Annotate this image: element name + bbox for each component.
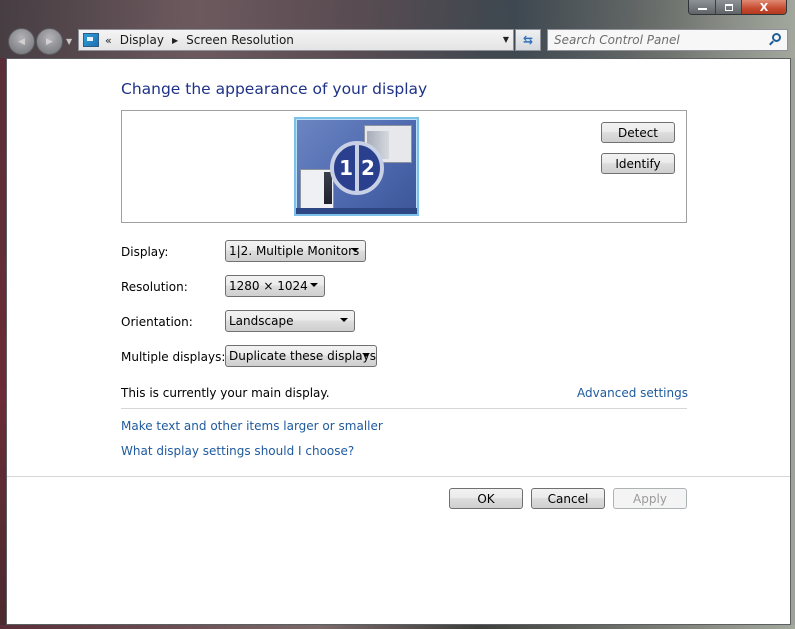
back-arrow-icon: ◀ <box>18 36 25 47</box>
chevron-down-icon <box>351 248 359 252</box>
minimize-button[interactable] <box>689 0 716 14</box>
back-button[interactable]: ◀ <box>8 28 35 55</box>
breadcrumb-overflow-button[interactable]: « <box>105 34 112 47</box>
search-box[interactable] <box>547 29 788 51</box>
address-bar[interactable]: « Display ▶ Screen Resolution ▼ <box>78 29 514 51</box>
display-preview-area: 1 2 Detect Identify <box>121 110 687 223</box>
chevron-down-icon <box>310 283 318 287</box>
refresh-icon: ⇆ <box>522 33 534 47</box>
caption-buttons: X <box>688 0 787 15</box>
apply-button[interactable]: Apply <box>613 488 687 509</box>
search-icon[interactable] <box>772 33 781 42</box>
recent-pages-dropdown[interactable]: ▼ <box>66 37 72 46</box>
display-settings-help-link[interactable]: What display settings should I choose? <box>121 444 354 458</box>
monitor-number-2: 2 <box>361 156 375 180</box>
content-pane: Change the appearance of your display 1 … <box>6 58 791 625</box>
advanced-settings-link[interactable]: Advanced settings <box>577 386 688 400</box>
orientation-select-value: Landscape <box>229 314 294 328</box>
address-dropdown-icon[interactable]: ▼ <box>503 35 509 44</box>
monitor-number-badge: 1 2 <box>330 141 384 195</box>
refresh-button[interactable]: ⇆ <box>515 29 541 51</box>
forward-button[interactable]: ▶ <box>36 28 63 55</box>
window-frame-right <box>791 58 795 629</box>
ok-button[interactable]: OK <box>449 488 523 509</box>
display-select[interactable]: 1|2. Multiple Monitors <box>225 240 366 262</box>
orientation-select[interactable]: Landscape <box>225 310 355 332</box>
footer-divider <box>7 476 790 477</box>
close-icon: X <box>759 0 769 14</box>
multiple-displays-select[interactable]: Duplicate these displays <box>225 345 377 367</box>
multiple-displays-label: Multiple displays: <box>121 350 226 364</box>
minimize-icon <box>697 8 707 10</box>
maximize-icon <box>724 3 733 11</box>
orientation-label: Orientation: <box>121 315 193 329</box>
navigation-buttons: ◀ ▶ ▼ <box>8 28 72 55</box>
close-button[interactable]: X <box>742 0 786 14</box>
monitor-number-1: 1 <box>339 156 353 180</box>
resolution-label: Resolution: <box>121 280 188 294</box>
breadcrumb-display[interactable]: Display <box>120 33 164 47</box>
monitor-preview[interactable]: 1 2 <box>294 117 419 216</box>
multiple-displays-select-value: Duplicate these displays <box>229 349 376 363</box>
resolution-select-value: 1280 × 1024 <box>229 279 308 293</box>
forward-arrow-icon: ▶ <box>46 36 53 47</box>
resolution-select[interactable]: 1280 × 1024 <box>225 275 325 297</box>
display-control-panel-icon <box>83 33 99 47</box>
main-display-status: This is currently your main display. <box>121 386 330 400</box>
chevron-down-icon <box>362 353 370 357</box>
preview-taskbar <box>296 208 417 214</box>
search-input[interactable] <box>548 32 766 48</box>
divider <box>121 408 687 409</box>
display-label: Display: <box>121 245 169 259</box>
maximize-button[interactable] <box>716 0 742 14</box>
preview-window-icon <box>300 169 334 209</box>
badge-divider <box>355 143 359 193</box>
chevron-down-icon <box>340 318 348 322</box>
display-select-value: 1|2. Multiple Monitors <box>229 244 360 258</box>
detect-button[interactable]: Detect <box>601 122 675 143</box>
window-frame-bottom <box>0 625 795 629</box>
identify-button[interactable]: Identify <box>601 153 675 174</box>
text-size-link[interactable]: Make text and other items larger or smal… <box>121 419 383 433</box>
breadcrumb-screen-resolution[interactable]: Screen Resolution <box>186 33 294 47</box>
page-title: Change the appearance of your display <box>121 80 428 98</box>
cancel-button[interactable]: Cancel <box>531 488 605 509</box>
breadcrumb-separator-icon[interactable]: ▶ <box>172 36 178 45</box>
